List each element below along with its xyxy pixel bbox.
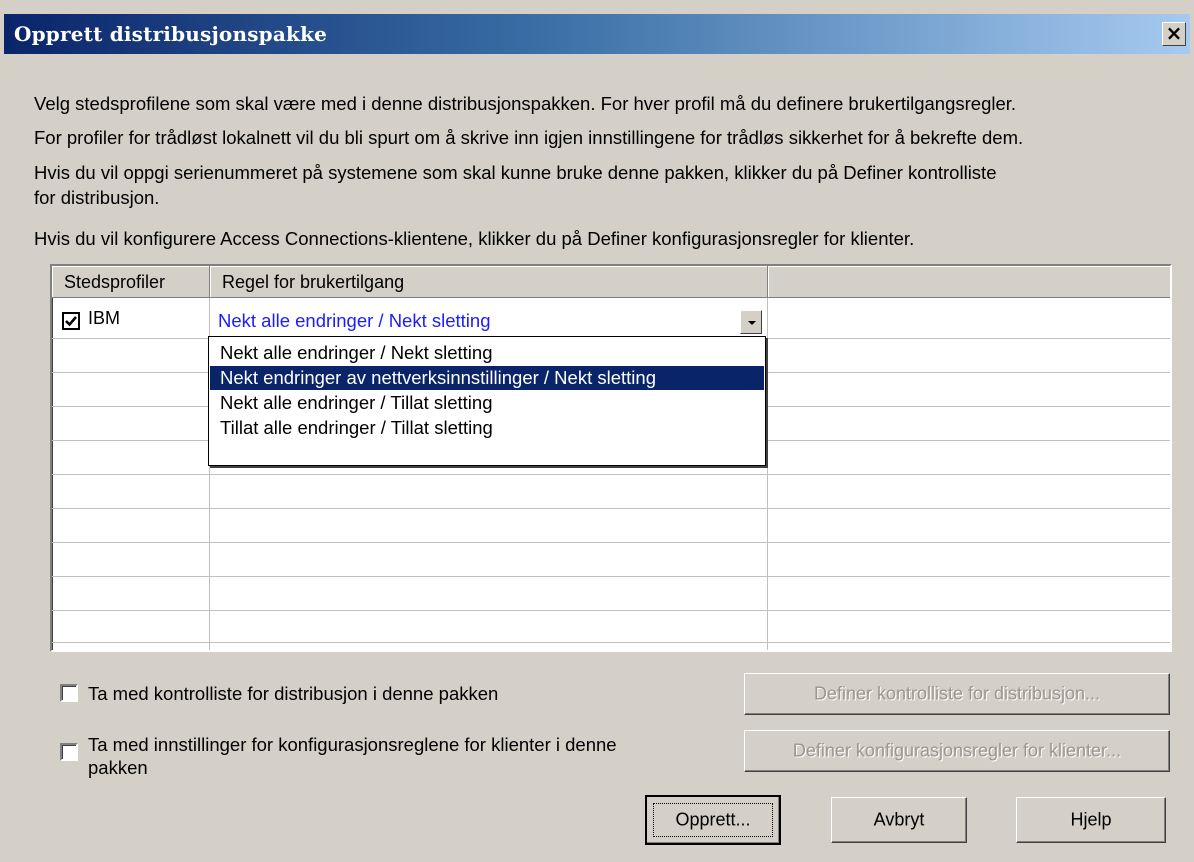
column-header-rule[interactable]: Regel for brukertilgang bbox=[210, 266, 768, 298]
column-header-profiles[interactable]: Stedsprofiler bbox=[52, 266, 210, 298]
close-icon: × bbox=[1165, 21, 1183, 45]
help-button[interactable]: Hjelp bbox=[1016, 797, 1166, 843]
access-rule-dropdown-list: Nekt alle endringer / Nekt sletting Nekt… bbox=[208, 336, 766, 466]
close-button[interactable]: × bbox=[1162, 22, 1186, 46]
define-config-rules-button-label: Definer konfigurasjonsregler for kliente… bbox=[792, 740, 1122, 761]
cancel-button[interactable]: Avbryt bbox=[831, 797, 967, 843]
include-checklist-checkbox[interactable] bbox=[60, 684, 78, 702]
grid-divider bbox=[52, 542, 1170, 543]
include-config-label[interactable]: Ta med innstillinger for konfigurasjonsr… bbox=[88, 733, 617, 757]
access-rule-dropdown-button[interactable] bbox=[740, 310, 762, 334]
cancel-button-label: Avbryt bbox=[873, 809, 925, 830]
intro-line-2: For profiler for trådløst lokalnett vil … bbox=[34, 127, 1024, 148]
profile-name: IBM bbox=[88, 308, 121, 328]
dropdown-option[interactable]: Tillat alle endringer / Tillat sletting bbox=[210, 416, 764, 440]
dialog-window: Opprett distribusjonspakke × Velg stedsp… bbox=[0, 0, 1194, 862]
include-config-checkbox[interactable] bbox=[60, 743, 78, 761]
grid-divider bbox=[52, 474, 1170, 475]
grid-divider bbox=[52, 576, 1170, 577]
create-button[interactable]: Opprett... bbox=[645, 795, 781, 845]
intro-line-4: Hvis du vil konfigurere Access Connectio… bbox=[34, 228, 915, 249]
dropdown-option[interactable]: Nekt alle endringer / Nekt sletting bbox=[210, 341, 764, 365]
intro-line-3: Hvis du vil oppgi serienummeret på syste… bbox=[34, 162, 997, 183]
profile-checkbox-ibm[interactable] bbox=[62, 312, 80, 330]
include-config-label-line2[interactable]: pakken bbox=[88, 756, 148, 780]
dropdown-option-highlighted[interactable]: Nekt endringer av nettverksinnstillinger… bbox=[210, 366, 764, 390]
intro-line-3b: for distribusjon. bbox=[34, 187, 160, 208]
grid-divider bbox=[52, 508, 1170, 509]
intro-line-1: Velg stedsprofilene som skal være med i … bbox=[34, 93, 1017, 114]
define-config-rules-button[interactable]: Definer konfigurasjonsregler for kliente… bbox=[744, 730, 1170, 772]
access-rule-combo-value[interactable]: Nekt alle endringer / Nekt sletting bbox=[218, 310, 491, 332]
window-title: Opprett distribusjonspakke bbox=[14, 22, 328, 46]
title-bar[interactable]: Opprett distribusjonspakke × bbox=[4, 14, 1190, 54]
define-checklist-button[interactable]: Definer kontrolliste for distribusjon... bbox=[744, 673, 1170, 715]
checkmark-icon bbox=[65, 316, 77, 327]
create-button-label: Opprett... bbox=[675, 809, 751, 830]
dropdown-option[interactable]: Nekt alle endringer / Tillat sletting bbox=[210, 391, 764, 415]
help-button-label: Hjelp bbox=[1070, 809, 1112, 830]
column-header-empty[interactable] bbox=[768, 266, 1170, 298]
grid-divider bbox=[767, 298, 768, 650]
grid-divider bbox=[52, 642, 1170, 643]
grid-divider bbox=[52, 610, 1170, 611]
include-checklist-label[interactable]: Ta med kontrolliste for distribusjon i d… bbox=[88, 682, 498, 706]
define-checklist-button-label: Definer kontrolliste for distribusjon... bbox=[813, 683, 1101, 704]
